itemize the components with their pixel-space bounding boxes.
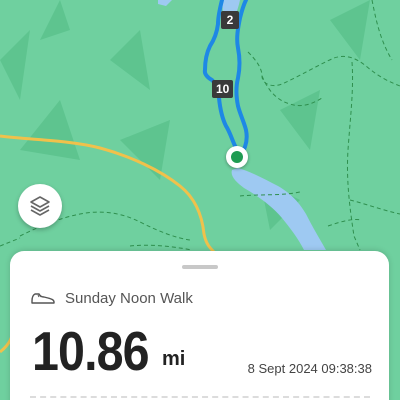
activity-summary-sheet[interactable]: Sunday Noon Walk 10.86 mi 8 Sept 2024 09…	[10, 251, 389, 400]
km-marker-2: 2	[221, 11, 239, 29]
sheet-drag-handle[interactable]	[182, 265, 218, 269]
km-marker-10: 10	[212, 80, 234, 98]
activity-name: Sunday Noon Walk	[65, 289, 193, 307]
start-dot-icon	[231, 151, 243, 163]
map-layers-button[interactable]	[18, 184, 62, 228]
activity-header: Sunday Noon Walk	[30, 287, 193, 309]
sheet-divider	[30, 396, 370, 398]
activity-screen: 2 10 Sunday Noon Walk 10.86 mi 8 Sept 20…	[0, 0, 400, 400]
layers-icon	[30, 196, 50, 216]
shoe-icon	[31, 293, 55, 304]
start-marker[interactable]	[226, 146, 248, 168]
activity-datetime: 8 Sept 2024 09:38:38	[247, 361, 372, 376]
distance-unit: mi	[162, 348, 186, 370]
distance-value: 10.86	[32, 320, 150, 382]
